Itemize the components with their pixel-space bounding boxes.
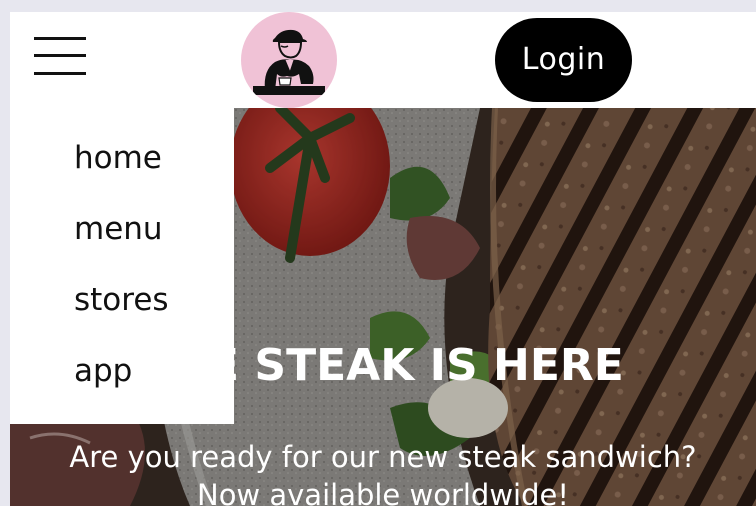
nav-item-menu[interactable]: menu bbox=[74, 211, 163, 247]
nav-item-stores[interactable]: stores bbox=[74, 282, 169, 318]
nav-item-app[interactable]: app bbox=[74, 353, 132, 389]
hero-subtitle-line1: Are you ready for our new steak sandwich… bbox=[69, 440, 697, 474]
page-viewport: Login THE STEAK IS HERE Are you ready fo… bbox=[10, 12, 756, 506]
login-button[interactable]: Login bbox=[495, 18, 632, 102]
side-nav-menu: home menu stores app bbox=[10, 108, 234, 424]
hamburger-bar bbox=[34, 37, 86, 40]
brand-logo[interactable] bbox=[241, 12, 337, 108]
hamburger-bar bbox=[34, 72, 86, 75]
hero-subtitle: Are you ready for our new steak sandwich… bbox=[10, 438, 756, 506]
site-header: Login bbox=[10, 12, 756, 108]
hamburger-bar bbox=[34, 54, 86, 57]
nav-item-home[interactable]: home bbox=[74, 140, 162, 176]
hero-subtitle-line2: Now available worldwide! bbox=[197, 478, 569, 506]
hamburger-menu-icon[interactable] bbox=[34, 36, 86, 78]
man-with-coffee-icon bbox=[251, 29, 327, 95]
